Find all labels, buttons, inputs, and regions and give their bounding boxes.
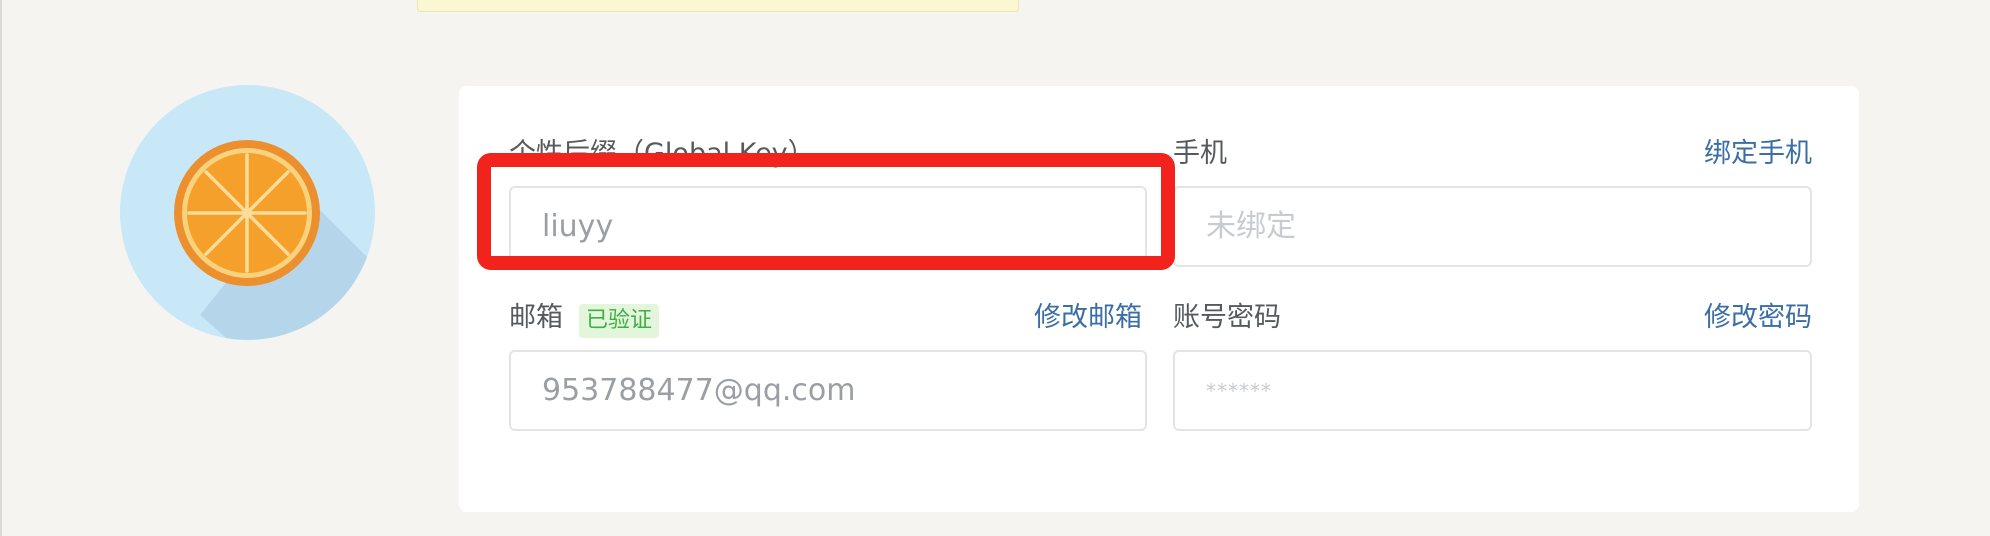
change-email-link[interactable]: 修改邮箱 bbox=[1034, 300, 1142, 336]
email-input[interactable] bbox=[509, 350, 1147, 431]
avatar[interactable] bbox=[120, 85, 375, 340]
password-label: 账号密码 bbox=[1173, 302, 1281, 333]
account-settings-card: 个性后缀（Global Key） 手机 绑定手机 邮箱 已验证 修改邮箱 账号密… bbox=[459, 86, 1859, 512]
verified-badge: 已验证 bbox=[579, 304, 660, 338]
phone-label: 手机 bbox=[1173, 138, 1227, 169]
orange-slice-icon bbox=[120, 85, 375, 340]
global-key-input[interactable] bbox=[509, 186, 1147, 267]
tooltip-remnant bbox=[417, 0, 1019, 12]
page-left-border bbox=[0, 0, 2, 536]
change-password-link[interactable]: 修改密码 bbox=[1704, 300, 1812, 336]
email-label: 邮箱 bbox=[509, 302, 563, 333]
global-key-label: 个性后缀（Global Key） bbox=[509, 138, 815, 169]
bind-phone-link[interactable]: 绑定手机 bbox=[1704, 136, 1812, 172]
password-input[interactable] bbox=[1173, 350, 1812, 431]
phone-input[interactable] bbox=[1173, 186, 1812, 267]
